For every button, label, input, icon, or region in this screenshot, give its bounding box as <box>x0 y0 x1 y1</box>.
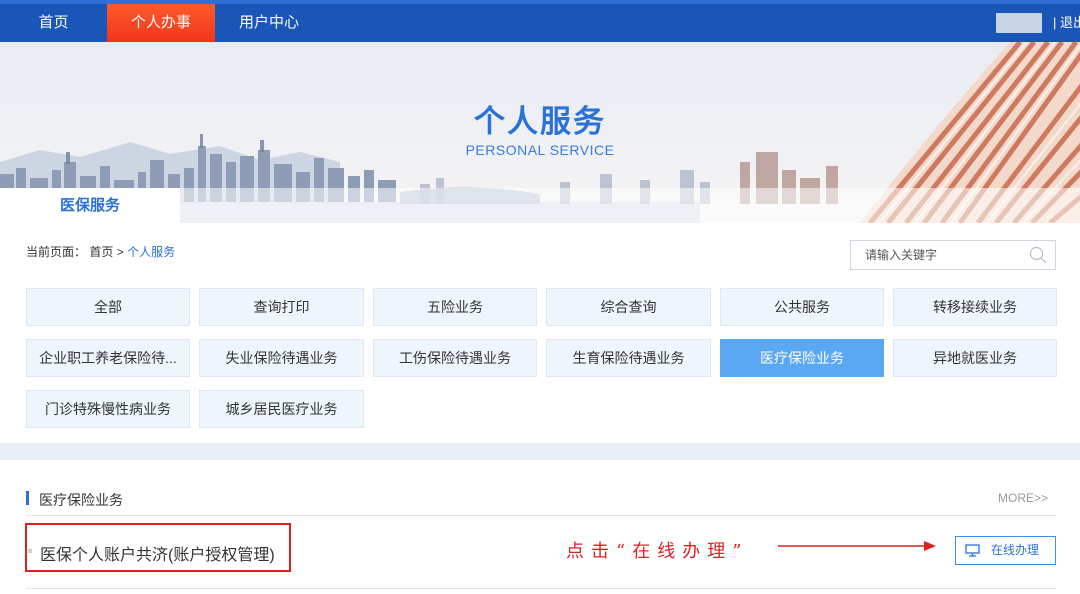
top-nav-bar: 首页 个人办事 用户中心 | 退出 <box>0 0 1080 42</box>
section-title: 医疗保险业务 <box>39 492 123 508</box>
user-name-redacted <box>996 13 1042 33</box>
nav-item-personal-affairs[interactable]: 个人办事 <box>107 4 215 42</box>
section-title-marker <box>26 491 29 505</box>
tab-medical-insurance-service[interactable]: 医保服务 <box>0 188 180 223</box>
category-all[interactable]: 全部 <box>26 288 190 326</box>
section-divider-band <box>0 443 1080 460</box>
nav-item-home[interactable]: 首页 <box>0 4 107 42</box>
search-input[interactable] <box>851 241 1021 269</box>
online-handle-button[interactable]: 在线办理 <box>955 536 1056 565</box>
banner-title: 个人服务 <box>474 104 606 140</box>
monitor-icon <box>965 544 980 557</box>
breadcrumb: 当前页面： 首页 > 个人服务 <box>26 243 175 260</box>
search-box <box>850 240 1056 270</box>
breadcrumb-prefix: 当前页面： <box>26 245 87 259</box>
category-maternity-benefit[interactable]: 生育保险待遇业务 <box>546 339 711 377</box>
category-remote-medical[interactable]: 异地就医业务 <box>893 339 1057 377</box>
search-icon[interactable] <box>1029 246 1047 264</box>
list-divider <box>26 588 1056 589</box>
category-five-insurance[interactable]: 五险业务 <box>373 288 537 326</box>
category-urban-rural-medical[interactable]: 城乡居民医疗业务 <box>199 390 364 428</box>
category-comprehensive-query[interactable]: 综合查询 <box>546 288 711 326</box>
logout-link[interactable]: | 退出 <box>1053 4 1080 42</box>
section-divider <box>26 515 1056 516</box>
breadcrumb-current[interactable]: 个人服务 <box>127 245 175 259</box>
category-medical-insurance[interactable]: 医疗保险业务 <box>720 339 884 377</box>
category-transfer[interactable]: 转移接续业务 <box>893 288 1057 326</box>
arrow-icon <box>778 541 936 551</box>
more-link[interactable]: MORE>> <box>998 491 1048 505</box>
category-query-print[interactable]: 查询打印 <box>199 288 364 326</box>
hero-banner: 个人服务 PERSONAL SERVICE 医保服务 <box>0 42 1080 223</box>
category-injury-benefit[interactable]: 工伤保险待遇业务 <box>373 339 537 377</box>
category-public-service[interactable]: 公共服务 <box>720 288 884 326</box>
breadcrumb-separator: > <box>116 245 124 259</box>
banner-tab-strip <box>180 188 1080 223</box>
category-chronic-disease[interactable]: 门诊特殊慢性病业务 <box>26 390 190 428</box>
category-pension-benefit[interactable]: 企业职工养老保险待... <box>26 339 190 377</box>
banner-subtitle: PERSONAL SERVICE <box>465 142 615 158</box>
nav-item-user-center[interactable]: 用户中心 <box>215 4 323 42</box>
online-handle-label: 在线办理 <box>991 543 1040 557</box>
category-unemployment-benefit[interactable]: 失业保险待遇业务 <box>199 339 364 377</box>
service-item-title[interactable]: 医保个人账户共济(账户授权管理) <box>40 541 275 565</box>
breadcrumb-home-link[interactable]: 首页 <box>89 245 113 259</box>
instruction-annotation: 点击“在线办理” <box>566 541 749 562</box>
